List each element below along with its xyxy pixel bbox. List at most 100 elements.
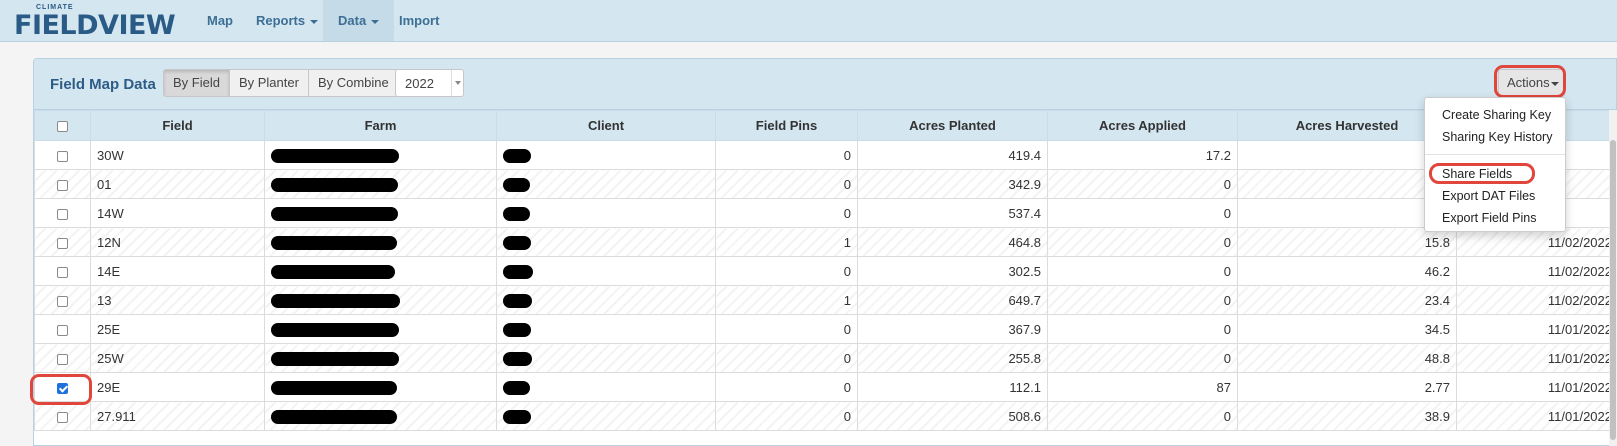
nav-reports[interactable]: Reports <box>241 0 333 41</box>
cell-field-pins: 0 <box>715 140 858 170</box>
cell-field: 14E <box>90 256 265 286</box>
table-row[interactable]: 25E 0 367.9 0 34.5 11/01/2022 <box>34 314 1616 344</box>
cell-farm <box>264 285 497 315</box>
row-checkbox[interactable] <box>57 382 68 394</box>
table-row[interactable]: 30W 0 419.4 17.2 <box>34 140 1616 170</box>
cell-date: 11/01/2022 <box>1456 401 1616 431</box>
cell-acres-planted: 342.9 <box>857 169 1048 199</box>
cell-field-pins: 0 <box>715 401 858 431</box>
share-fields-item[interactable]: Share Fields <box>1442 167 1512 181</box>
cell-farm <box>264 372 497 402</box>
cell-client <box>496 227 716 257</box>
table-row[interactable]: 12N 1 464.8 0 15.8 11/02/2022 <box>34 227 1616 257</box>
cell-acres-harvested: 23.4 <box>1237 285 1457 315</box>
redacted-farm <box>271 351 399 366</box>
row-checkbox[interactable] <box>57 237 68 249</box>
col-header-field[interactable]: Field <box>90 110 265 141</box>
nav-data-label: Data <box>338 13 367 28</box>
by-planter-button[interactable]: By Planter <box>228 69 309 97</box>
redacted-client <box>503 148 531 163</box>
redacted-client <box>503 177 530 192</box>
cell-field-pins: 0 <box>715 198 858 228</box>
cell-field: 12N <box>90 227 265 257</box>
col-header-acres-applied[interactable]: Acres Applied <box>1047 110 1238 141</box>
cell-acres-harvested: 34.5 <box>1237 314 1457 344</box>
row-select-cell <box>34 285 91 315</box>
cell-farm <box>264 256 497 286</box>
logo-fieldview-text: FIELDVIEW <box>14 10 176 41</box>
row-checkbox[interactable] <box>57 150 68 162</box>
cell-acres-harvested: 15.8 <box>1237 227 1457 257</box>
by-combine-button[interactable]: By Combine <box>307 69 399 97</box>
cell-acres-applied: 0 <box>1047 285 1238 315</box>
redacted-farm <box>271 322 399 337</box>
cell-client <box>496 256 716 286</box>
create-sharing-key-item[interactable]: Create Sharing Key <box>1442 108 1551 122</box>
cell-acres-planted: 464.8 <box>857 227 1048 257</box>
table-row[interactable]: 14W 0 537.4 0 <box>34 198 1616 228</box>
page-scrollbar[interactable] <box>1609 110 1617 446</box>
row-checkbox[interactable] <box>57 411 68 423</box>
nav-reports-label: Reports <box>256 13 306 28</box>
cell-client <box>496 372 716 402</box>
cell-field-pins: 0 <box>715 372 858 402</box>
export-field-pins-item[interactable]: Export Field Pins <box>1442 211 1536 225</box>
redacted-farm <box>271 148 399 163</box>
row-checkbox[interactable] <box>57 266 68 278</box>
panel-title: Field Map Data <box>50 76 156 93</box>
cell-acres-harvested: 46.2 <box>1237 256 1457 286</box>
field-map-data-panel: Field Map Data By Field By Planter By Co… <box>33 58 1617 446</box>
nav-map[interactable]: Map <box>192 0 248 41</box>
row-checkbox[interactable] <box>57 353 68 365</box>
cell-farm <box>264 314 497 344</box>
table-row[interactable]: 01 0 342.9 0 <box>34 169 1616 199</box>
col-header-client[interactable]: Client <box>496 110 716 141</box>
menu-divider <box>1425 154 1565 155</box>
chevron-down-icon <box>310 19 319 24</box>
fieldview-logo[interactable]: CLIMATE FIELDVIEW <box>8 4 176 41</box>
table-row[interactable]: 13 1 649.7 0 23.4 11/02/2022 <box>34 285 1616 315</box>
cell-client <box>496 198 716 228</box>
table-row[interactable]: 27.911 0 508.6 0 38.9 11/01/2022 <box>34 401 1616 431</box>
cell-acres-harvested: 48.8 <box>1237 343 1457 373</box>
cell-acres-applied: 0 <box>1047 343 1238 373</box>
cell-client <box>496 140 716 170</box>
chevron-down-icon <box>1550 81 1559 86</box>
row-checkbox[interactable] <box>57 208 68 220</box>
col-header-acres-planted[interactable]: Acres Planted <box>857 110 1048 141</box>
table-row[interactable]: 29E 0 112.1 87 2.77 11/01/2022 <box>34 372 1616 402</box>
cell-farm <box>264 198 497 228</box>
cell-field: 25E <box>90 314 265 344</box>
col-header-field-pins[interactable]: Field Pins <box>715 110 858 141</box>
table-row[interactable]: 25W 0 255.8 0 48.8 11/01/2022 <box>34 343 1616 373</box>
year-select[interactable]: 2022 <box>395 69 464 97</box>
actions-button[interactable]: Actions <box>1498 69 1565 97</box>
cell-client <box>496 285 716 315</box>
cell-acres-applied: 0 <box>1047 227 1238 257</box>
row-checkbox[interactable] <box>57 295 68 307</box>
select-all-checkbox[interactable] <box>57 121 68 133</box>
redacted-client <box>503 235 531 250</box>
export-dat-files-item[interactable]: Export DAT Files <box>1442 189 1535 203</box>
row-checkbox[interactable] <box>57 324 68 336</box>
cell-field: 29E <box>90 372 265 402</box>
dropdown-arrow-icon <box>451 70 463 96</box>
redacted-farm <box>271 235 397 250</box>
cell-acres-planted: 112.1 <box>857 372 1048 402</box>
row-checkbox[interactable] <box>57 179 68 191</box>
by-field-button[interactable]: By Field <box>163 69 230 97</box>
cell-field: 25W <box>90 343 265 373</box>
row-select-cell <box>34 227 91 257</box>
col-header-farm[interactable]: Farm <box>264 110 497 141</box>
redacted-client <box>503 380 530 395</box>
cell-farm <box>264 169 497 199</box>
sharing-key-history-item[interactable]: Sharing Key History <box>1442 130 1552 144</box>
top-navbar: CLIMATE FIELDVIEW Map Reports Data Impor… <box>0 0 1617 42</box>
scrollbar-thumb[interactable] <box>1610 140 1616 440</box>
cell-field: 01 <box>90 169 265 199</box>
nav-import[interactable]: Import <box>384 0 454 41</box>
cell-date: 11/01/2022 <box>1456 343 1616 373</box>
redacted-client <box>503 322 531 337</box>
redacted-farm <box>271 206 398 221</box>
table-row[interactable]: 14E 0 302.5 0 46.2 11/02/2022 <box>34 256 1616 286</box>
